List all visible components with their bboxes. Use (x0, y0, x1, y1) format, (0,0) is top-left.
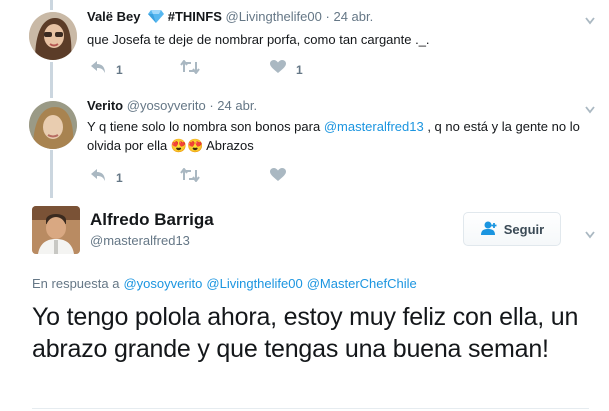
reply-2-time[interactable]: 24 abr. (217, 98, 257, 113)
reply-tweet-1[interactable]: Valë Bey #THINFS @Livingthelife00 · 24 a… (87, 8, 609, 49)
reply-2-like-button[interactable] (270, 168, 360, 187)
reply-icon (90, 168, 106, 187)
reply-1-header: Valë Bey #THINFS @Livingthelife00 · 24 a… (87, 8, 609, 28)
chevron-down-icon[interactable] (585, 12, 595, 25)
thread-line-top (50, 0, 53, 10)
replying-to-label: En respuesta a (32, 276, 120, 291)
main-tweet-handle[interactable]: @masteralfred13 (90, 233, 190, 248)
reply-1-like-button[interactable]: 1 (270, 60, 360, 79)
replying-to: En respuesta a @yosoyverito @Livingthelife… (32, 276, 417, 291)
avatar-vale-bey[interactable] (29, 12, 77, 60)
reply-1-like-count: 1 (296, 62, 303, 77)
heart-icon (270, 60, 286, 79)
reply-2-retweet-button[interactable] (180, 167, 270, 187)
follow-button[interactable]: Seguir (463, 212, 561, 246)
reply-icon (90, 60, 106, 79)
reply-2-dot: · (209, 98, 214, 113)
thread-line-middle (50, 62, 53, 98)
mention-masteralfred13[interactable]: @masteralfred13 (324, 119, 424, 134)
reply-1-text: que Josefa te deje de nombrar porfa, com… (87, 32, 430, 47)
reply-2-emoji: 😍😍 (170, 138, 204, 153)
main-tweet-name[interactable]: Alfredo Barriga (90, 210, 214, 230)
reply-2-actions: 1 (90, 167, 360, 187)
reply-2-text-end: Abrazos (203, 138, 254, 153)
reply-2-name[interactable]: Verito (87, 98, 123, 113)
chevron-down-icon[interactable] (585, 101, 595, 114)
reply-1-handle[interactable]: @Livingthelife00 (226, 9, 322, 24)
reply-2-handle[interactable]: @yosoyverito (127, 98, 206, 113)
reply-2-reply-count: 1 (116, 170, 123, 185)
thread-line-bottom (50, 150, 53, 198)
add-user-icon (480, 221, 498, 238)
avatar-alfredo-barriga[interactable] (32, 206, 80, 254)
divider (32, 408, 589, 409)
reply-1-actions: 1 1 (90, 59, 360, 79)
retweet-icon (180, 167, 200, 187)
reply-1-dot: · (325, 9, 330, 24)
mention-masterchefchile[interactable]: @MasterChefChile (307, 276, 417, 291)
reply-tweet-2[interactable]: Verito @yosoyverito · 24 abr. Y q tiene … (87, 97, 609, 155)
reply-1-reply-button[interactable]: 1 (90, 60, 180, 79)
heart-icon (270, 168, 286, 187)
reply-2-text-pre: Y q tiene solo lo nombra son bonos para (87, 119, 324, 134)
reply-2-reply-button[interactable]: 1 (90, 168, 180, 187)
tweet-conversation: Valë Bey #THINFS @Livingthelife00 · 24 a… (0, 0, 609, 411)
reply-1-reply-count: 1 (116, 62, 123, 77)
follow-button-label: Seguir (503, 221, 545, 237)
reply-1-retweet-button[interactable] (180, 59, 270, 79)
avatar-verito[interactable] (29, 101, 77, 149)
reply-1-time[interactable]: 24 abr. (333, 9, 373, 24)
chevron-down-icon[interactable] (585, 226, 595, 239)
diamond-icon (148, 9, 165, 28)
reply-1-hashtag[interactable]: #THINFS (168, 9, 222, 24)
retweet-icon (180, 59, 200, 79)
reply-2-header: Verito @yosoyverito · 24 abr. (87, 97, 609, 115)
mention-livingthelife00[interactable]: @Livingthelife00 (206, 276, 302, 291)
reply-2-text: Y q tiene solo lo nombra son bonos para … (87, 117, 587, 155)
mention-yosoyverito[interactable]: @yosoyverito (123, 276, 202, 291)
main-tweet-text: Yo tengo polola ahora, estoy muy feliz c… (32, 303, 579, 363)
reply-1-name[interactable]: Valë Bey (87, 9, 141, 24)
